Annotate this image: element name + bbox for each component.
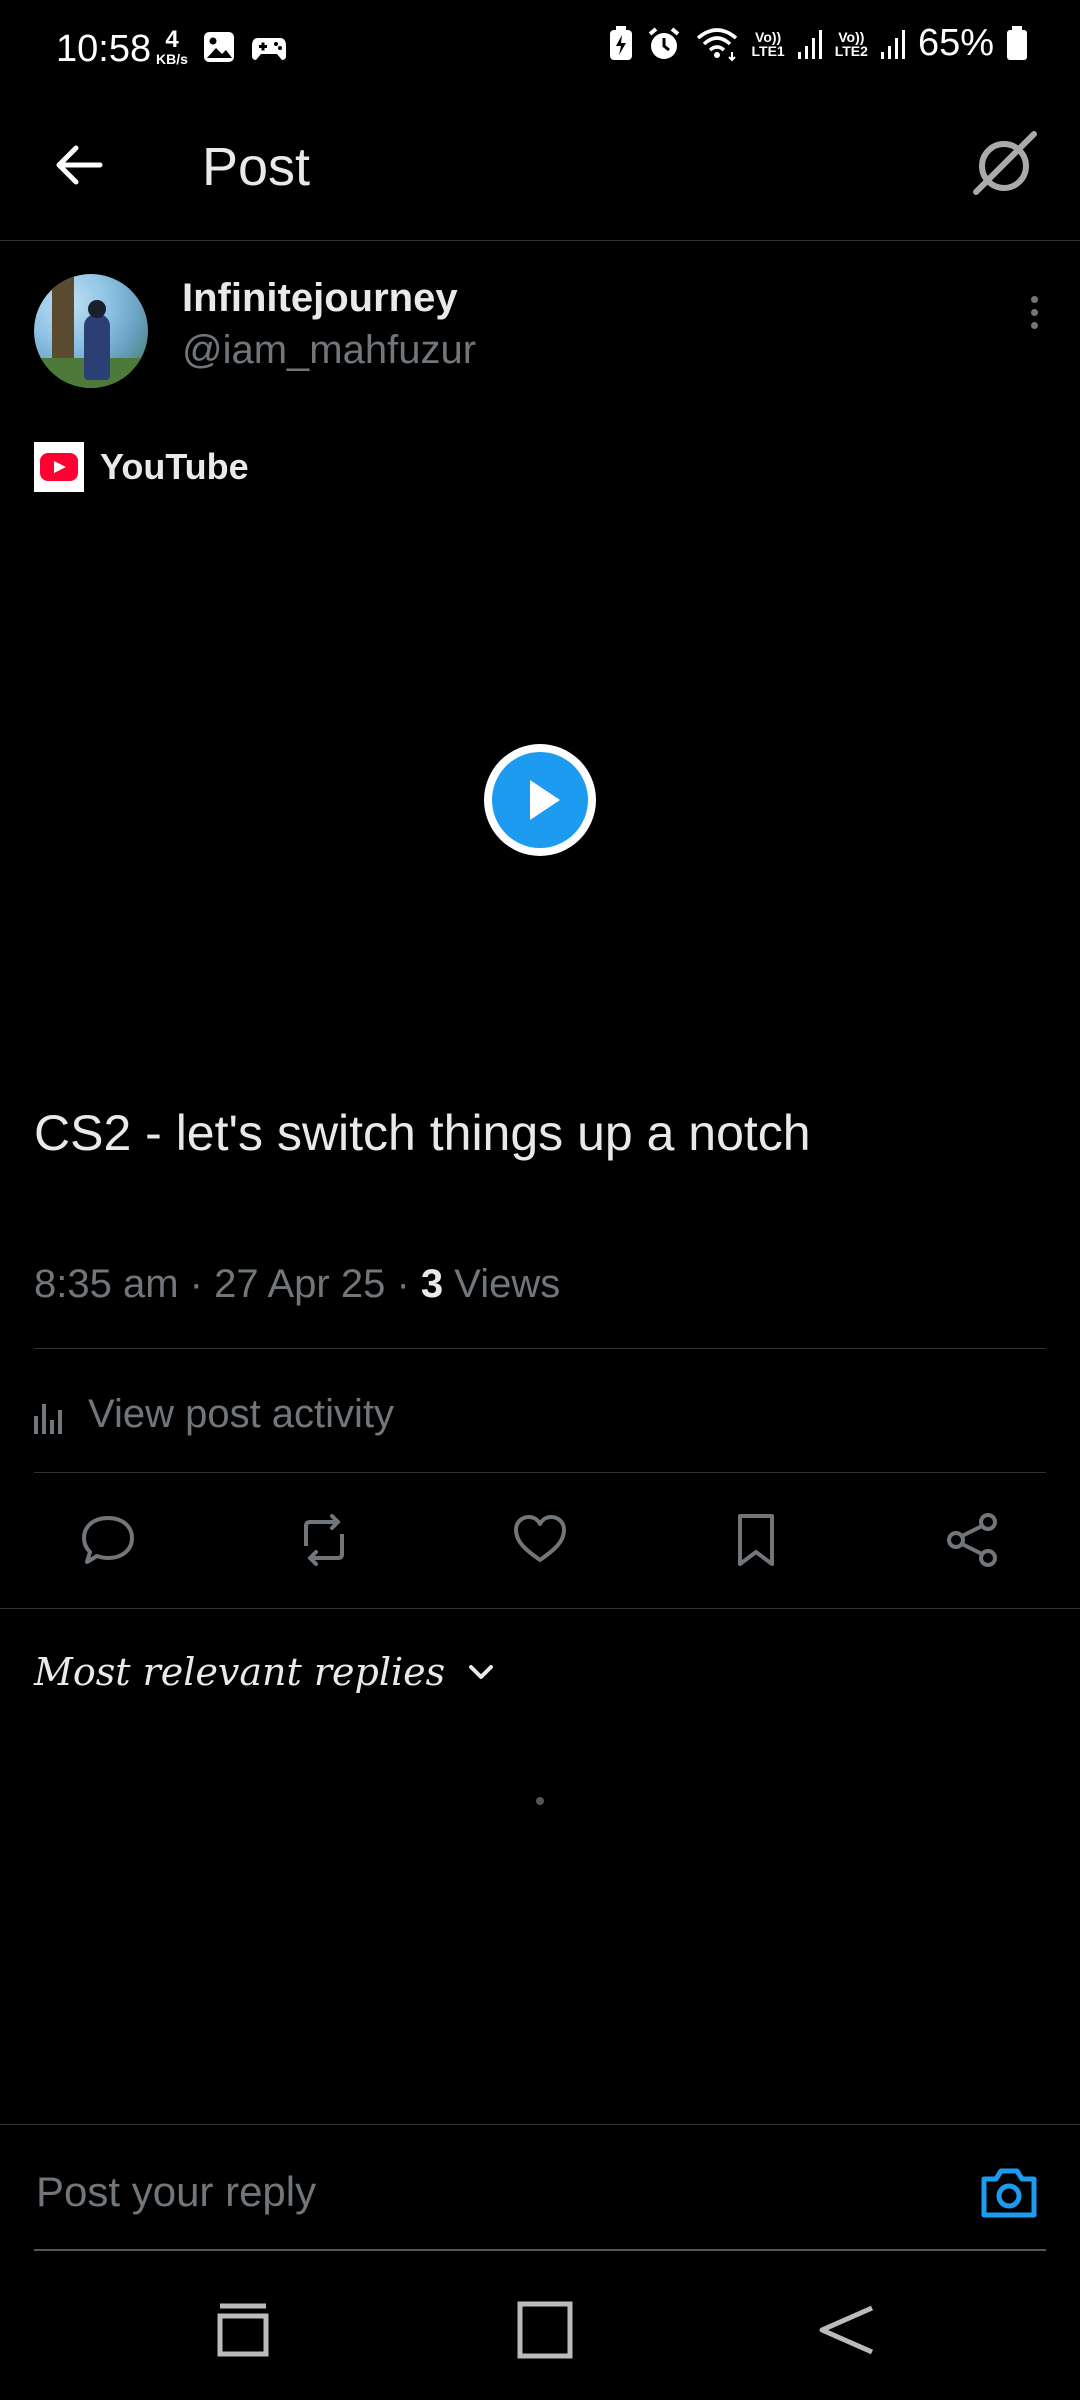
bookmark-icon[interactable] xyxy=(724,1508,788,1572)
divider xyxy=(34,1472,1046,1473)
home-icon[interactable] xyxy=(510,2294,580,2364)
post-text: CS2 - let's switch things up a notch xyxy=(34,1105,811,1161)
game-controller-icon xyxy=(252,38,286,60)
share-icon[interactable] xyxy=(940,1508,1004,1572)
separator: · xyxy=(189,1262,215,1306)
bar-chart-icon xyxy=(34,1394,74,1434)
more-options-icon[interactable] xyxy=(1024,296,1044,336)
back-arrow-icon[interactable] xyxy=(44,130,114,200)
reply-icon[interactable] xyxy=(76,1508,140,1572)
replies-sort-selector[interactable]: Most relevant replies xyxy=(34,1650,499,1694)
divider xyxy=(34,1348,1046,1349)
network-speed-unit: KB/s xyxy=(156,51,188,67)
post-screen: 10:58 4 KB/s Vo)) LTE1 Vo)) LTE2 65% Pos… xyxy=(0,0,1080,2400)
repost-icon[interactable] xyxy=(292,1508,356,1572)
battery-saver-icon xyxy=(609,25,632,60)
dot xyxy=(1030,296,1038,303)
avatar-figure xyxy=(84,314,110,380)
dot xyxy=(1030,309,1038,316)
signal-icon xyxy=(797,29,822,59)
divider xyxy=(0,1608,1080,1609)
post-actions xyxy=(0,1500,1080,1580)
battery-icon xyxy=(1007,25,1027,60)
author-display-name[interactable]: Infinitejourney xyxy=(182,276,458,321)
views-label: Views xyxy=(454,1262,561,1306)
sim1-indicator: Vo)) LTE1 xyxy=(752,30,785,58)
reply-composer xyxy=(0,2124,1080,2255)
status-bar: 10:58 4 KB/s Vo)) LTE1 Vo)) LTE2 65% xyxy=(0,0,1080,100)
battery-percent: 65% xyxy=(917,22,994,64)
system-navigation-bar xyxy=(0,2254,1080,2400)
gallery-icon xyxy=(204,32,234,62)
network-speed-value: 4 xyxy=(165,26,179,53)
status-right: Vo)) LTE1 Vo)) LTE2 65% xyxy=(608,22,1028,65)
separator: · xyxy=(396,1262,421,1306)
signal-icon xyxy=(880,29,905,59)
view-post-activity[interactable]: View post activity xyxy=(34,1384,394,1444)
youtube-icon xyxy=(34,442,84,492)
reply-input-underline xyxy=(34,2249,1046,2251)
play-icon[interactable] xyxy=(484,744,596,856)
like-icon[interactable] xyxy=(508,1508,572,1572)
camera-icon[interactable] xyxy=(978,2165,1040,2221)
back-nav-icon[interactable] xyxy=(812,2294,882,2364)
sim1-label: Vo)) LTE1 xyxy=(751,28,785,59)
post-date: 27 Apr 25 xyxy=(214,1262,386,1306)
grok-icon[interactable] xyxy=(964,126,1044,206)
post-meta: 8:35 am · 27 Apr 25 · 3 Views xyxy=(34,1262,560,1307)
reply-input[interactable] xyxy=(34,2161,938,2223)
recent-apps-icon[interactable] xyxy=(208,2294,278,2364)
network-speed: 4 KB/s xyxy=(152,26,192,67)
post-time: 8:35 am xyxy=(34,1262,179,1306)
chevron-down-icon xyxy=(469,1665,494,1679)
video-player[interactable] xyxy=(0,510,1080,1090)
wifi-icon xyxy=(696,27,737,61)
dot xyxy=(1030,322,1038,329)
card-source[interactable]: YouTube xyxy=(34,440,249,494)
view-post-activity-label: View post activity xyxy=(88,1391,395,1436)
sim2-indicator: Vo)) LTE2 xyxy=(835,30,868,58)
sim2-label: Vo)) LTE2 xyxy=(834,28,868,59)
replies-sort-label: Most relevant replies xyxy=(34,1650,446,1694)
alarm-icon xyxy=(648,26,679,59)
top-app-bar: Post xyxy=(0,100,1080,241)
card-source-label: YouTube xyxy=(100,446,249,487)
author-handle[interactable]: @iam_mahfuzur xyxy=(182,328,476,373)
avatar-head xyxy=(88,300,106,318)
page-title: Post xyxy=(202,137,311,197)
views-count: 3 xyxy=(420,1262,444,1306)
status-time: 10:58 xyxy=(56,28,152,70)
loading-indicator xyxy=(536,1797,544,1805)
avatar[interactable] xyxy=(34,274,148,388)
